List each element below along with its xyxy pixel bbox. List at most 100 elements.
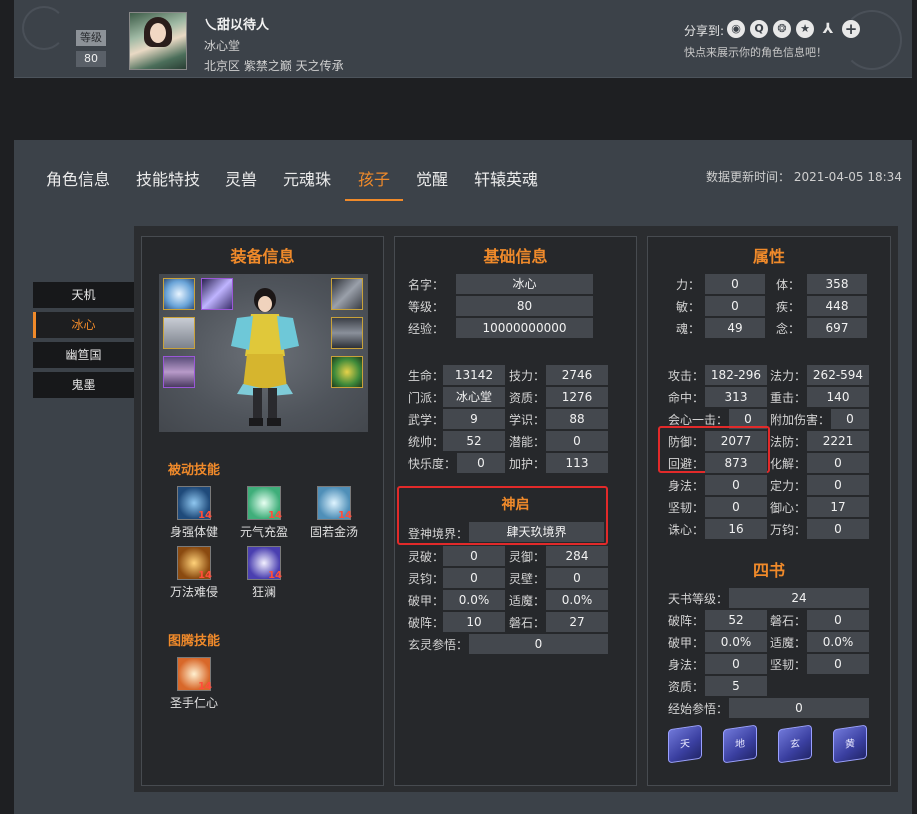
s-shimo-value: 0.0%	[807, 632, 869, 652]
mystic-book-icon[interactable]: 玄	[778, 724, 812, 764]
jianren-label: 坚韧：	[668, 501, 705, 515]
weibo-share-icon[interactable]: ❂	[773, 20, 791, 38]
update-time: 数据更新时间： 2021-04-05 18:34	[706, 170, 902, 184]
li-label: 力：	[676, 278, 701, 292]
tab-awaken[interactable]: 觉醒	[416, 166, 448, 190]
hun-value: 49	[705, 318, 765, 338]
equip-slot-hat[interactable]	[163, 278, 195, 310]
nian-label: 念：	[776, 322, 801, 336]
skill-fortress-icon: 14	[317, 486, 352, 521]
yuxin-label: 御心：	[770, 501, 807, 515]
subnav-item-bingxin[interactable]: 冰心	[33, 312, 134, 338]
shenqi-title: 神启	[501, 497, 530, 513]
panshi-label: 磐石：	[509, 616, 546, 630]
s-zizhi-value: 5	[705, 676, 767, 696]
nian-value: 697	[807, 318, 867, 338]
hun-label: 魂：	[676, 322, 701, 336]
level-value: 80	[456, 296, 593, 316]
yellow-book-icon[interactable]: 黄	[833, 724, 867, 764]
lingjun-label: 灵钧：	[408, 572, 445, 586]
name-label: 名字：	[408, 278, 445, 292]
qq-share-icon[interactable]: Q	[750, 20, 768, 38]
dingli-value: 0	[807, 475, 869, 495]
subnav-item-guimo[interactable]: 鬼墨	[33, 372, 134, 398]
jingshi-value: 0	[729, 698, 869, 718]
tab-character-info[interactable]: 角色信息	[46, 166, 110, 190]
s-jianren-value: 0	[807, 654, 869, 674]
s-panshi-value: 0	[807, 610, 869, 630]
subnav-item-youdaguo[interactable]: 幽笪国	[33, 342, 134, 368]
martial-label: 武学：	[408, 413, 445, 427]
wanjun-label: 万钧：	[770, 523, 807, 537]
equip-slot-pants[interactable]	[331, 317, 363, 349]
guard-value: 113	[546, 453, 608, 473]
subnav-item-tianji[interactable]: 天机	[33, 282, 134, 308]
equipment-view	[159, 274, 368, 432]
s-pojia-value: 0.0%	[705, 632, 767, 652]
xuanling-label: 玄灵参悟：	[408, 638, 469, 652]
heaven-book-icon[interactable]: 天	[668, 724, 702, 764]
child-subnav: 天机 冰心 幽笪国 鬼墨	[33, 282, 134, 402]
skill-item[interactable]: 14 身强体健	[164, 486, 224, 540]
tab-soul-orb[interactable]: 元魂珠	[283, 166, 331, 190]
aptitude-value: 1276	[546, 387, 608, 407]
renren-share-icon[interactable]: ⅄	[819, 20, 837, 38]
attack-label: 攻击：	[668, 369, 705, 383]
tab-xuanyuan-soul[interactable]: 轩辕英魂	[474, 166, 538, 190]
equip-slot-armor[interactable]	[163, 317, 195, 349]
earth-book-icon[interactable]: 地	[723, 724, 757, 764]
tab-child[interactable]: 孩子	[358, 166, 390, 190]
yuxin-value: 17	[807, 497, 869, 517]
tab-skills[interactable]: 技能特技	[136, 166, 200, 190]
mdef-value: 2221	[807, 431, 869, 451]
attributes-title: 属性	[752, 247, 785, 266]
pozhen-value: 10	[443, 612, 505, 632]
equip-slot-weapon[interactable]	[201, 278, 233, 310]
attack-value: 182-296	[705, 365, 767, 385]
skill-item[interactable]: 14 固若金汤	[304, 486, 364, 540]
aptitude-label: 资质：	[509, 391, 546, 405]
lingbi-label: 灵壁：	[509, 572, 546, 586]
skill-item[interactable]: 14 元气充盈	[234, 486, 294, 540]
character-server: 北京区 紫禁之巅 天之传承	[204, 59, 344, 73]
s-pozhen-value: 52	[705, 610, 767, 630]
totem-skills-title: 图腾技能	[168, 634, 221, 649]
skill-item[interactable]: 14 圣手仁心	[164, 657, 224, 711]
s-shimo-label: 适魔：	[770, 636, 807, 650]
hp-value: 13142	[443, 365, 505, 385]
main-panel: 角色信息 技能特技 灵兽 元魂珠 孩子 觉醒 轩辕英魂 数据更新时间： 2021…	[14, 140, 912, 814]
zhuxin-label: 诛心：	[668, 523, 705, 537]
ti-value: 358	[807, 274, 867, 294]
more-share-icon[interactable]: +	[842, 20, 860, 38]
s-zizhi-label: 资质：	[668, 680, 705, 694]
martial-value: 9	[443, 409, 505, 429]
dissolve-value: 0	[807, 453, 869, 473]
child-figure	[231, 288, 299, 426]
min-label: 敏：	[676, 300, 701, 314]
skill-surge-icon: 14	[247, 546, 282, 581]
shimo-label: 适魔：	[509, 594, 546, 608]
equip-slot-accessory[interactable]	[331, 356, 363, 388]
sishu-title: 四书	[752, 561, 785, 580]
wechat-share-icon[interactable]: ◉	[727, 20, 745, 38]
exp-value: 10000000000	[456, 318, 593, 338]
xuanling-value: 0	[469, 634, 608, 654]
decor-swirl	[842, 10, 902, 70]
qzone-share-icon[interactable]: ★	[796, 20, 814, 38]
ji-value: 448	[807, 296, 867, 316]
skill-item[interactable]: 14 万法难侵	[164, 546, 224, 600]
command-label: 统帅：	[408, 435, 445, 449]
lingpo-value: 0	[443, 546, 505, 566]
skill-item[interactable]: 14 狂澜	[234, 546, 294, 600]
tab-spirit-beast[interactable]: 灵兽	[225, 166, 257, 190]
equip-slot-bracer[interactable]	[331, 278, 363, 310]
skill-power-label: 技力：	[509, 369, 546, 383]
defense-value: 2077	[705, 431, 767, 451]
s-pojia-label: 破甲：	[668, 636, 705, 650]
school-label: 门派：	[408, 391, 445, 405]
equip-slot-cape[interactable]	[163, 356, 195, 388]
passive-skills-title: 被动技能	[168, 463, 221, 478]
command-value: 52	[443, 431, 505, 451]
lingyu-label: 灵御：	[509, 550, 546, 564]
tianshu-value: 24	[729, 588, 869, 608]
